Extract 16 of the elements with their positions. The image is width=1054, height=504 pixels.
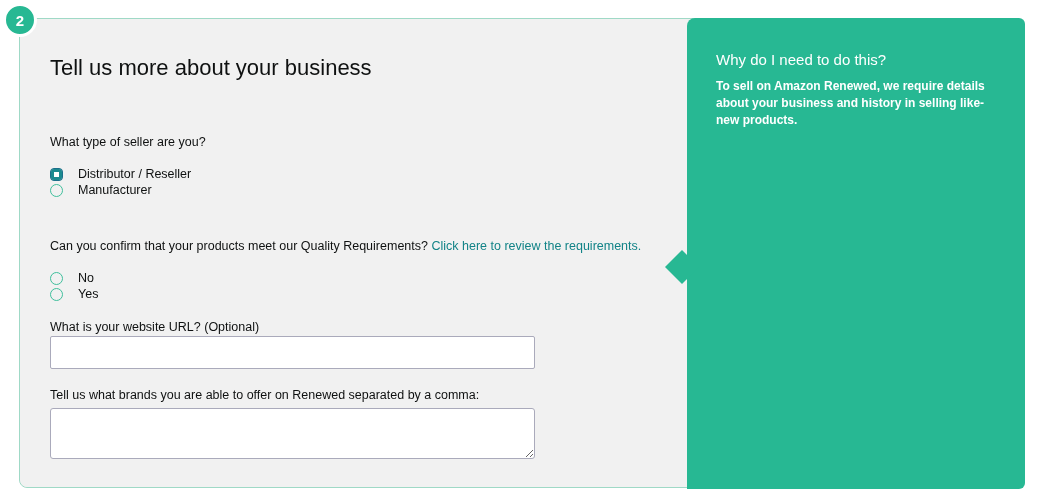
help-text: To sell on Amazon Renewed, we require details about your business and history in selling like-new products. <box>716 77 986 129</box>
form-title: Tell us more about your business <box>50 55 373 81</box>
help-title: Why do I need to do this? <box>716 49 888 70</box>
question-label: What type of seller are you? <box>50 134 207 151</box>
option-label[interactable]: Manufacturer <box>78 183 152 197</box>
option-label[interactable]: Yes <box>78 287 99 301</box>
step-badge: 2 <box>3 3 37 37</box>
question-label: Tell us what brands you are able to offer on Renewed separated by a comma: <box>50 387 481 404</box>
option-label[interactable]: No <box>78 271 94 285</box>
option-label[interactable]: Distributor / Reseller <box>78 167 192 181</box>
question-label: What is your website URL? (Optional) <box>50 319 261 336</box>
radio-button[interactable] <box>50 167 63 181</box>
question-label: Can you confirm that your products meet our Quality Requirements? Click here to review the requirements. <box>50 238 643 255</box>
brands-field[interactable] <box>50 408 535 459</box>
url-field[interactable] <box>50 336 535 369</box>
requirements-link[interactable]: Click here to review the requirements. <box>431 239 642 253</box>
